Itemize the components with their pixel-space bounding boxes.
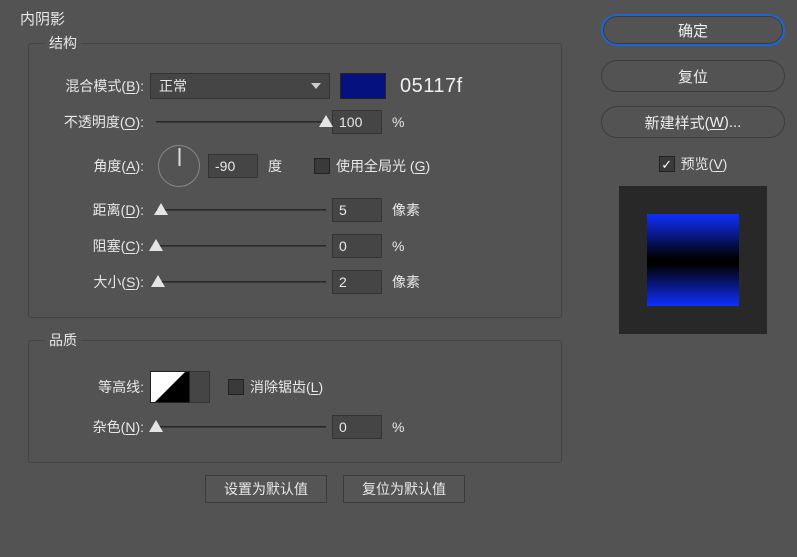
preview-box xyxy=(619,186,767,334)
antialias-label: 消除锯齿(L) xyxy=(250,377,323,397)
blend-mode-dropdown[interactable]: 正常 xyxy=(150,73,330,99)
distance-slider[interactable] xyxy=(156,200,326,220)
preview-checkbox[interactable] xyxy=(659,156,675,172)
angle-unit: 度 xyxy=(268,156,308,176)
contour-label: 等高线: xyxy=(45,377,150,397)
opacity-slider[interactable] xyxy=(156,112,326,132)
reset-default-button[interactable]: 复位为默认值 xyxy=(343,475,465,503)
reset-button[interactable]: 复位 xyxy=(601,60,785,92)
structure-legend: 结构 xyxy=(45,33,81,53)
blend-mode-label: 混合模式(B): xyxy=(45,76,150,96)
contour-dropdown[interactable] xyxy=(190,371,210,403)
antialias-checkbox[interactable] xyxy=(228,379,244,395)
structure-group: 结构 混合模式(B): 正常 05117f 不透明度(O): % 角度(A): xyxy=(28,33,562,318)
blend-mode-value: 正常 xyxy=(159,76,187,96)
antialias-checkbox-row[interactable]: 消除锯齿(L) xyxy=(228,377,323,397)
size-slider[interactable] xyxy=(156,272,326,292)
chevron-down-icon xyxy=(311,83,321,89)
ok-button[interactable]: 确定 xyxy=(601,14,785,46)
noise-slider[interactable] xyxy=(156,417,326,437)
contour-swatch[interactable] xyxy=(150,371,190,403)
opacity-unit: % xyxy=(392,114,432,130)
quality-legend: 品质 xyxy=(45,330,81,350)
new-style-button[interactable]: 新建样式(W)... xyxy=(601,106,785,138)
size-input[interactable] xyxy=(332,270,382,294)
opacity-input[interactable] xyxy=(332,110,382,134)
color-hex-label: 05117f xyxy=(400,75,463,98)
preview-checkbox-row[interactable]: 预览(V) xyxy=(659,154,728,174)
noise-unit: % xyxy=(392,419,432,435)
panel-title: 内阴影 xyxy=(12,8,568,29)
shadow-color-swatch[interactable] xyxy=(340,73,386,99)
noise-input[interactable] xyxy=(332,415,382,439)
global-light-checkbox-row[interactable]: 使用全局光 (G) xyxy=(314,156,430,176)
preview-label: 预览(V) xyxy=(681,154,728,174)
choke-label: 阻塞(C): xyxy=(45,236,150,256)
global-light-checkbox[interactable] xyxy=(314,158,330,174)
angle-label: 角度(A): xyxy=(45,156,150,176)
opacity-label: 不透明度(O): xyxy=(45,112,150,132)
make-default-button[interactable]: 设置为默认值 xyxy=(205,475,327,503)
global-light-label: 使用全局光 (G) xyxy=(336,156,430,176)
preview-swatch xyxy=(647,214,739,306)
quality-group: 品质 等高线: 消除锯齿(L) 杂色(N): % xyxy=(28,330,562,463)
choke-slider[interactable] xyxy=(156,236,326,256)
choke-input[interactable] xyxy=(332,234,382,258)
angle-dial[interactable] xyxy=(158,145,200,187)
size-label: 大小(S): xyxy=(45,272,150,292)
choke-unit: % xyxy=(392,238,432,254)
distance-unit: 像素 xyxy=(392,200,432,220)
distance-label: 距离(D): xyxy=(45,200,150,220)
distance-input[interactable] xyxy=(332,198,382,222)
angle-input[interactable] xyxy=(208,154,258,178)
size-unit: 像素 xyxy=(392,272,432,292)
noise-label: 杂色(N): xyxy=(45,417,150,437)
